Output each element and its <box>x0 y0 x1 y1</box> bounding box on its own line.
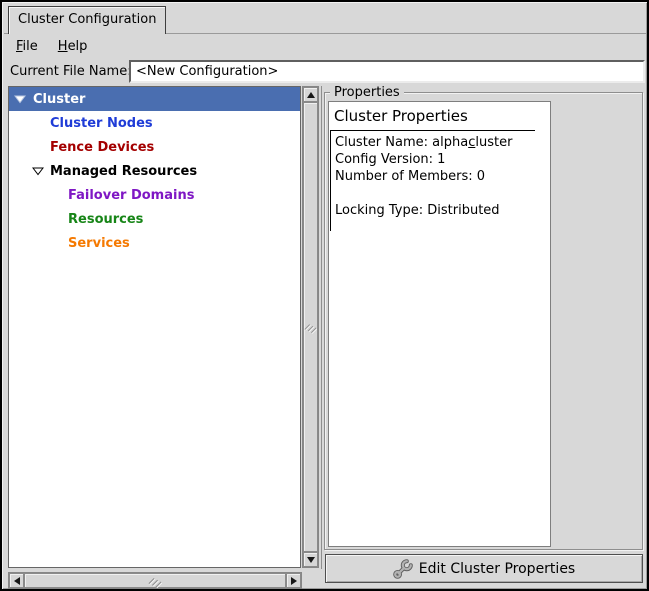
current-file-name-label: Current File Name: <box>10 64 132 79</box>
expander-open-icon[interactable] <box>32 166 44 176</box>
tree-item-services[interactable]: Services <box>9 231 300 255</box>
properties-frame-label: Properties <box>330 85 404 100</box>
tree-vertical-scrollbar[interactable] <box>302 86 319 568</box>
tab-label: Cluster Configuration <box>18 12 156 27</box>
scroll-right-button[interactable] <box>286 573 301 588</box>
tree-item-label: Managed Resources <box>50 164 197 179</box>
tree-item-label: Failover Domains <box>68 188 194 203</box>
pane-splitter[interactable] <box>321 86 322 569</box>
vertical-scrollbar-thumb[interactable] <box>303 102 318 552</box>
tree-item-cluster-nodes[interactable]: Cluster Nodes <box>9 111 300 135</box>
members-line: Number of Members: 0 <box>335 168 512 185</box>
tree-item-fence-devices[interactable]: Fence Devices <box>9 135 300 159</box>
thumb-grip-icon <box>148 574 162 588</box>
menu-help-mnemonic: H <box>58 39 68 54</box>
cluster-name-pre: Cluster Name: alpha <box>335 135 468 150</box>
tree-item-label: Cluster <box>33 92 85 107</box>
text-left-rule <box>330 130 331 231</box>
tab-cluster-configuration[interactable]: Cluster Configuration <box>8 6 166 34</box>
scroll-left-button[interactable] <box>9 573 24 588</box>
scroll-up-button[interactable] <box>303 87 318 102</box>
thumb-grip-icon <box>304 320 317 334</box>
tree-item-label: Resources <box>68 212 143 227</box>
tree-item-label: Fence Devices <box>50 140 154 155</box>
current-file-name-input[interactable] <box>129 60 645 83</box>
properties-panel: Cluster Properties Cluster Name: alphacl… <box>328 101 551 547</box>
tree-item-label: Cluster Nodes <box>50 116 153 131</box>
blank-line <box>335 185 512 202</box>
menubar: File Help <box>6 36 97 58</box>
config-version-line: Config Version: 1 <box>335 151 512 168</box>
edit-button-label: Edit Cluster Properties <box>419 561 575 577</box>
cluster-configuration-window: Cluster Configuration File Help Current … <box>0 0 649 591</box>
cluster-name-line: Cluster Name: alphacluster <box>335 134 512 151</box>
wrench-icon <box>393 559 413 579</box>
horizontal-scrollbar-thumb[interactable] <box>24 573 286 588</box>
menu-file-rest: ile <box>23 39 38 54</box>
down-arrow-icon <box>307 557 315 563</box>
tree-item-failover-domains[interactable]: Failover Domains <box>9 183 300 207</box>
tree-item-managed-resources[interactable]: Managed Resources <box>9 159 300 183</box>
scroll-down-button[interactable] <box>303 552 318 567</box>
cluster-tree: Cluster Cluster Nodes Fence Devices Mana… <box>8 86 301 568</box>
menu-help-rest: elp <box>68 39 88 54</box>
menu-help[interactable]: Help <box>48 36 98 58</box>
properties-heading: Cluster Properties <box>334 107 468 125</box>
properties-text: Cluster Name: alphacluster Config Versio… <box>335 134 512 219</box>
expander-open-icon[interactable] <box>14 94 26 104</box>
right-arrow-icon <box>291 577 297 585</box>
menu-file[interactable]: File <box>6 36 48 58</box>
edit-cluster-properties-button[interactable]: Edit Cluster Properties <box>325 554 643 583</box>
tree-item-resources[interactable]: Resources <box>9 207 300 231</box>
heading-underline <box>330 130 535 131</box>
tree-item-label: Services <box>68 236 130 251</box>
tree-item-cluster[interactable]: Cluster <box>9 87 300 111</box>
tree-horizontal-scrollbar[interactable] <box>8 572 302 589</box>
cluster-name-post: luster <box>475 135 512 150</box>
up-arrow-icon <box>307 92 315 98</box>
left-arrow-icon <box>14 577 20 585</box>
locking-type-line: Locking Type: Distributed <box>335 202 512 219</box>
